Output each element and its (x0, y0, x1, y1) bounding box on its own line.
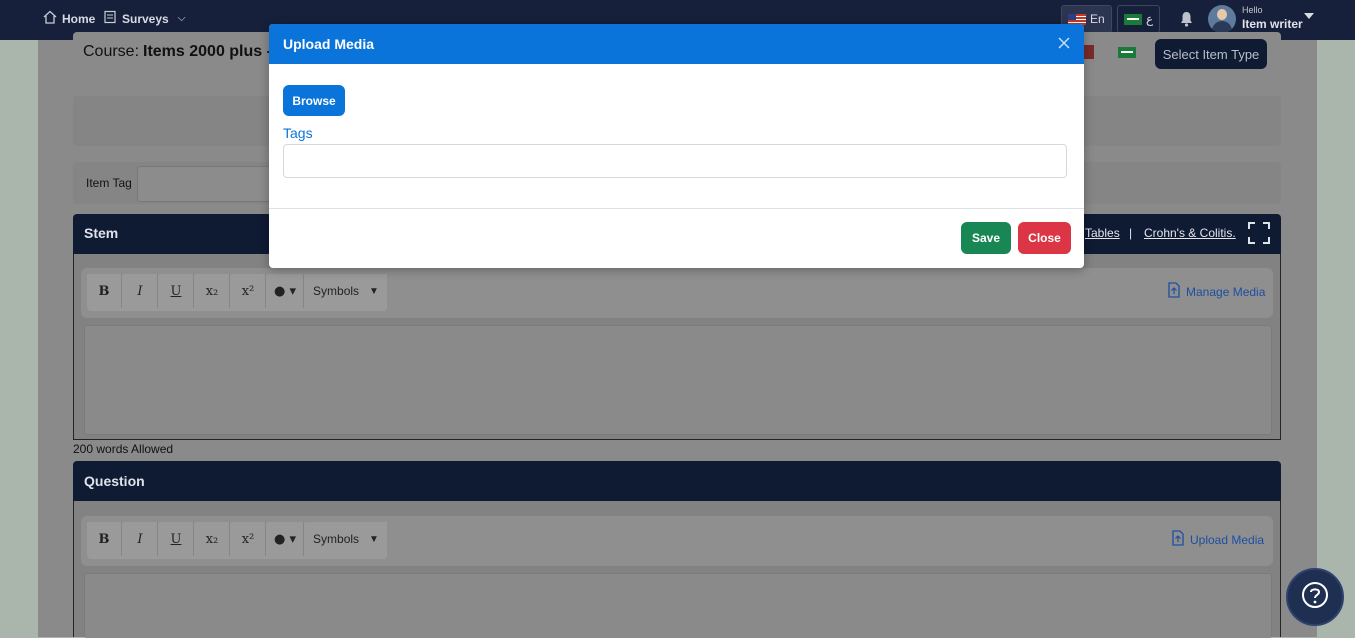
lang-ar-label: ع (1146, 12, 1154, 26)
avatar[interactable] (1208, 5, 1236, 33)
home-icon (43, 10, 57, 27)
italic-button[interactable]: I (123, 522, 158, 556)
separator: | (1129, 226, 1133, 240)
close-icon[interactable] (1057, 36, 1071, 53)
bold-button[interactable]: B (87, 274, 122, 308)
symbols-label: Symbols (313, 284, 360, 298)
lang-en-label: En (1090, 12, 1105, 26)
file-upload-icon (1167, 282, 1181, 301)
chevron-down-icon: ▼ (369, 533, 379, 545)
modal-header: Upload Media (269, 24, 1084, 64)
manage-media-label: Manage Media (1186, 284, 1266, 299)
question-mark-icon (1301, 581, 1329, 614)
symbols-label: Symbols (313, 532, 360, 546)
question-textarea[interactable] (84, 573, 1272, 638)
stem-textarea[interactable] (84, 325, 1272, 435)
question-title: Question (84, 473, 145, 489)
item-tag-input[interactable] (137, 166, 279, 202)
help-button[interactable] (1286, 568, 1344, 626)
bell-icon[interactable] (1179, 11, 1194, 32)
lang-ar-button[interactable]: ع (1117, 5, 1161, 33)
text-color-picker[interactable]: ● ▾ (267, 522, 304, 556)
subscript-button[interactable]: x₂ (195, 274, 230, 308)
crohns-colitis-link[interactable]: Crohn's & Colitis. (1144, 226, 1236, 240)
superscript-button[interactable]: x² (231, 274, 266, 308)
chevron-down-icon: ▼ (369, 285, 379, 297)
underline-button[interactable]: U (159, 274, 194, 308)
symbols-select[interactable]: Symbols ▼ (305, 522, 387, 556)
course-label: Course: (83, 43, 140, 60)
item-tag-label: Item Tag (86, 176, 132, 190)
tags-label: Tags (283, 125, 313, 141)
bold-button[interactable]: B (87, 522, 122, 556)
symbols-select[interactable]: Symbols ▼ (305, 274, 387, 308)
question-toolbar: B I U x₂ x² ● ▾ Symbols ▼ Upload Media (81, 516, 1273, 566)
save-button[interactable]: Save (961, 222, 1011, 254)
us-flag-icon (1068, 13, 1086, 25)
fullscreen-icon[interactable] (1248, 222, 1270, 247)
modal-divider (269, 208, 1084, 209)
upload-media-label: Upload Media (1190, 532, 1265, 547)
select-item-type-button[interactable]: Select Item Type (1155, 39, 1267, 69)
browse-button[interactable]: Browse (283, 85, 345, 116)
manage-media-button[interactable]: Manage Media (1167, 282, 1265, 301)
surveys-label: Surveys (122, 11, 169, 26)
user-menu-caret-icon[interactable] (1304, 13, 1314, 19)
upload-media-modal: Upload Media Browse Tags Save Close (269, 24, 1084, 268)
tags-input[interactable] (283, 144, 1067, 178)
greeting-text: Hello (1242, 5, 1263, 15)
subscript-button[interactable]: x₂ (195, 522, 230, 556)
course-name: Items 2000 plus - (143, 43, 272, 60)
tables-link[interactable]: Tables (1085, 226, 1120, 240)
stem-title: Stem (84, 225, 119, 241)
superscript-button[interactable]: x² (231, 522, 266, 556)
sa-flag-icon (1124, 13, 1142, 25)
home-label: Home (62, 11, 96, 26)
question-header: Question (73, 461, 1281, 501)
words-allowed-text: 200 words Allowed (73, 442, 174, 456)
home-link[interactable]: Home (43, 10, 95, 27)
text-color-picker[interactable]: ● ▾ (267, 274, 304, 308)
italic-button[interactable]: I (123, 274, 158, 308)
surveys-icon (103, 10, 117, 27)
upload-media-button[interactable]: Upload Media (1171, 530, 1264, 549)
user-name: Item writer (1242, 17, 1303, 31)
chevron-down-icon: ⌵ (177, 13, 186, 24)
underline-button[interactable]: U (159, 522, 194, 556)
close-button[interactable]: Close (1018, 222, 1071, 254)
surveys-menu[interactable]: Surveys ⌵ (103, 10, 185, 27)
stem-toolbar: B I U x₂ x² ● ▾ Symbols ▼ Manage Media (81, 268, 1273, 318)
file-upload-icon (1171, 530, 1185, 549)
sa-flag-icon[interactable] (1118, 47, 1136, 58)
modal-title: Upload Media (283, 36, 375, 52)
